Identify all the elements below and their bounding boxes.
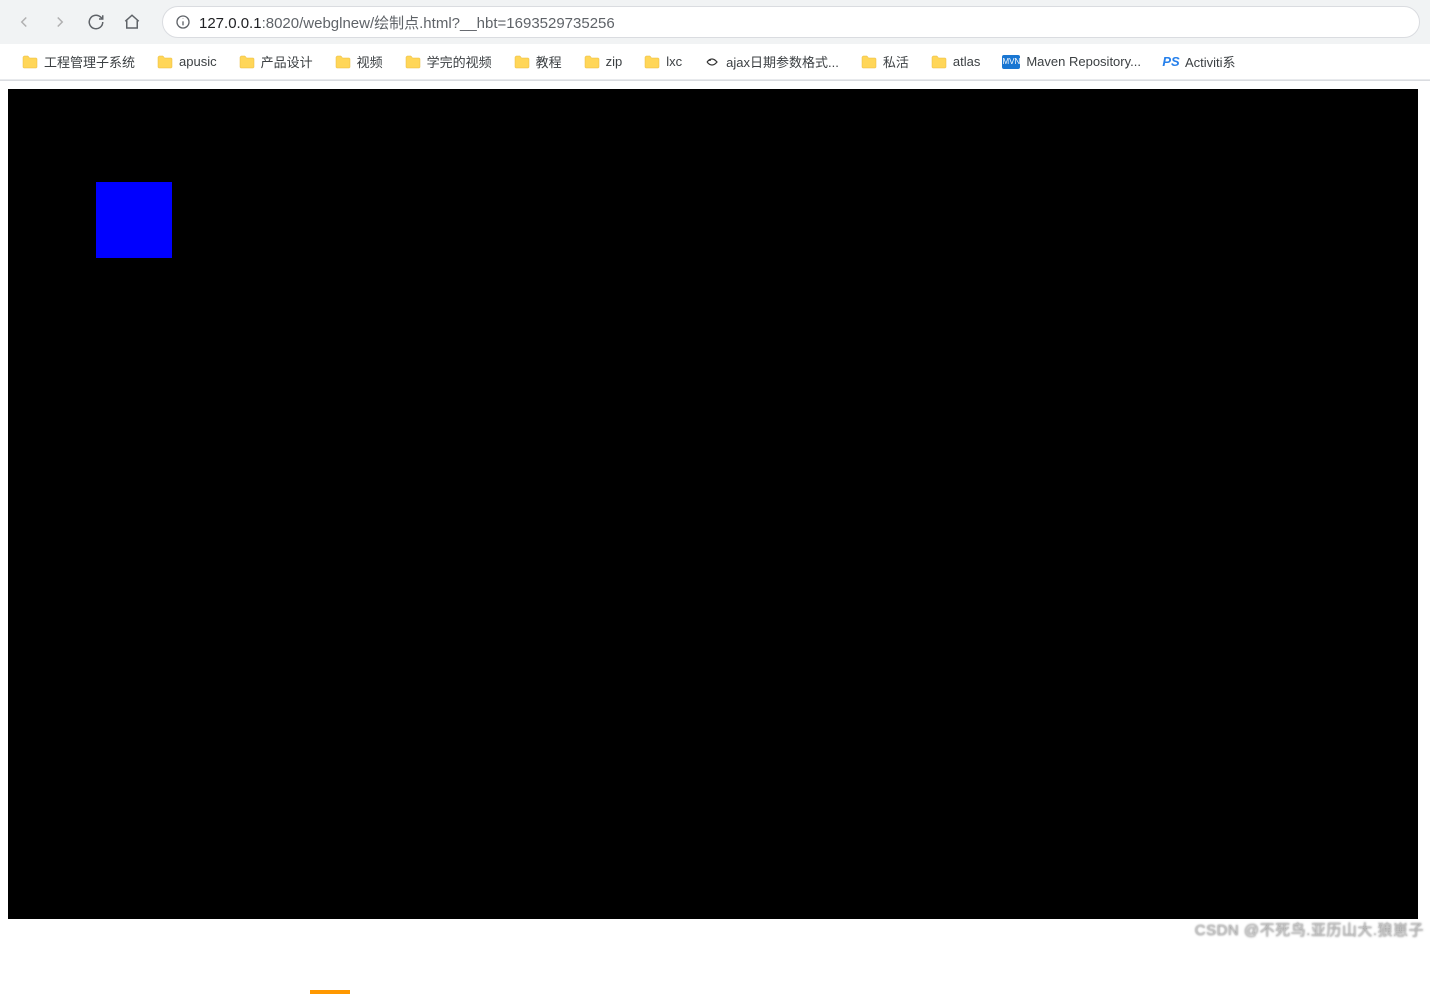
bookmarks-bar: 工程管理子系统 apusic 产品设计 视频 学完的视频 教程 zip lxc ajax日期参数… xyxy=(0,44,1430,80)
ajax-icon xyxy=(704,54,720,70)
bookmark-item[interactable]: 工程管理子系统 xyxy=(14,48,143,75)
bookmark-item[interactable]: zip xyxy=(576,50,631,73)
forward-button[interactable] xyxy=(46,8,74,36)
ps-icon: PS xyxy=(1163,54,1179,70)
reload-button[interactable] xyxy=(82,8,110,36)
bookmark-item[interactable]: ajax日期参数格式... xyxy=(696,48,847,75)
drawn-point xyxy=(96,182,172,258)
address-bar[interactable]: 127.0.0.1:8020/webglnew/绘制点.html?__hbt=1… xyxy=(162,6,1420,38)
url-text: 127.0.0.1:8020/webglnew/绘制点.html?__hbt=1… xyxy=(199,12,615,33)
taskbar-highlight xyxy=(310,990,350,994)
bookmark-item[interactable]: 学完的视频 xyxy=(397,48,500,75)
folder-icon xyxy=(239,55,255,69)
bookmark-item[interactable]: 产品设计 xyxy=(231,48,321,75)
watermark-text: CSDN @不死鸟.亚历山大.狼崽子 xyxy=(1195,919,1424,940)
url-path: :8020/webglnew/绘制点.html?__hbt=1693529735… xyxy=(262,15,615,32)
folder-icon xyxy=(861,55,877,69)
nav-toolbar: 127.0.0.1:8020/webglnew/绘制点.html?__hbt=1… xyxy=(0,0,1430,44)
folder-icon xyxy=(157,55,173,69)
bookmark-item[interactable]: apusic xyxy=(149,50,225,73)
bookmark-item[interactable]: atlas xyxy=(923,50,988,73)
bookmark-label: Activiti系 xyxy=(1185,52,1236,71)
folder-icon xyxy=(931,55,947,69)
folder-icon xyxy=(514,55,530,69)
bookmark-label: 视频 xyxy=(357,52,383,71)
folder-icon xyxy=(405,55,421,69)
bookmark-label: Maven Repository... xyxy=(1026,54,1141,69)
bookmark-item[interactable]: 私活 xyxy=(853,48,917,75)
bookmark-label: ajax日期参数格式... xyxy=(726,52,839,71)
bookmark-item[interactable]: 视频 xyxy=(327,48,391,75)
bookmark-label: 产品设计 xyxy=(261,52,313,71)
folder-icon xyxy=(644,55,660,69)
bookmark-label: atlas xyxy=(953,54,980,69)
back-button[interactable] xyxy=(10,8,38,36)
browser-chrome: 127.0.0.1:8020/webglnew/绘制点.html?__hbt=1… xyxy=(0,0,1430,81)
folder-icon xyxy=(22,55,38,69)
home-button[interactable] xyxy=(118,8,146,36)
bookmark-label: 教程 xyxy=(536,52,562,71)
bookmark-label: apusic xyxy=(179,54,217,69)
page-content xyxy=(0,81,1430,995)
bookmark-label: 工程管理子系统 xyxy=(44,52,135,71)
bookmark-label: 私活 xyxy=(883,52,909,71)
url-host: 127.0.0.1 xyxy=(199,15,262,32)
bookmark-item[interactable]: MVN Maven Repository... xyxy=(994,50,1149,73)
site-info-icon[interactable] xyxy=(175,14,191,30)
bookmark-label: zip xyxy=(606,54,623,69)
folder-icon xyxy=(584,55,600,69)
webgl-canvas[interactable] xyxy=(8,89,1418,919)
bookmark-item[interactable]: 教程 xyxy=(506,48,570,75)
bookmark-item[interactable]: PS Activiti系 xyxy=(1155,48,1244,75)
folder-icon xyxy=(335,55,351,69)
mvn-icon: MVN xyxy=(1002,55,1020,69)
bookmark-label: 学完的视频 xyxy=(427,52,492,71)
bookmark-label: lxc xyxy=(666,54,682,69)
bookmark-item[interactable]: lxc xyxy=(636,50,690,73)
